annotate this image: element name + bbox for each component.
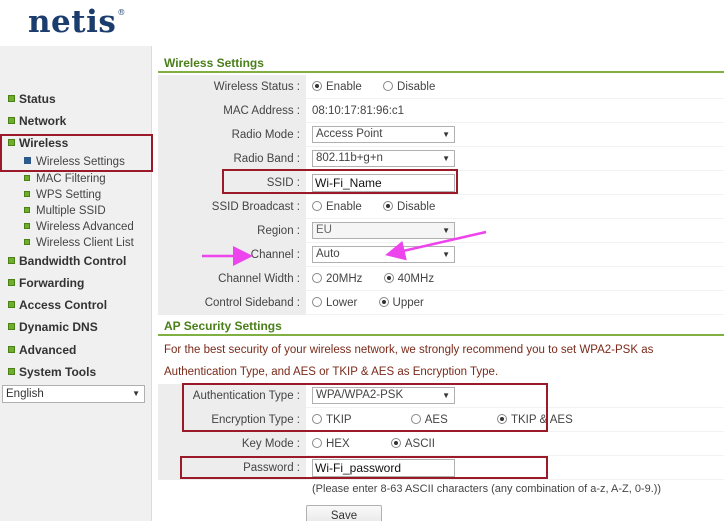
radio-mode-label: Radio Mode :	[158, 123, 306, 147]
security-type-highlight-box	[182, 383, 548, 432]
green-square-icon	[8, 279, 15, 286]
green-square-icon	[8, 95, 15, 102]
sidebar-subitem-mac-filtering[interactable]: MAC Filtering	[24, 171, 106, 187]
wireless-settings-title: Wireless Settings	[158, 53, 724, 73]
sidebar-item-advanced[interactable]: Advanced	[8, 341, 76, 359]
sideband-upper-option[interactable]: Upper	[378, 291, 424, 315]
control-sideband-label: Control Sideband :	[158, 291, 306, 315]
green-square-icon	[8, 117, 15, 124]
green-square-icon	[8, 368, 15, 375]
key-mode-row: Key Mode : HEX ASCII	[158, 432, 724, 456]
sideband-lower-option[interactable]: Lower	[312, 291, 357, 315]
chevron-down-icon: ▼	[442, 154, 450, 163]
green-square-icon	[24, 191, 30, 197]
wireless-status-row: Wireless Status : Enable Disable	[158, 75, 724, 99]
radio-icon[interactable]	[312, 438, 322, 448]
radio-selected-icon[interactable]	[390, 438, 401, 448]
netis-logo: netis®	[28, 4, 126, 40]
header: netis®	[0, 0, 726, 46]
sidebar-subitem-multiple-ssid[interactable]: Multiple SSID	[24, 203, 106, 219]
width-20mhz-option[interactable]: 20MHz	[312, 267, 362, 291]
sidebar-subitem-wireless-client-list[interactable]: Wireless Client List	[24, 235, 134, 251]
save-button[interactable]: Save	[306, 505, 382, 521]
ssid-broadcast-row: SSID Broadcast : Enable Disable	[158, 195, 724, 219]
radio-selected-icon[interactable]	[312, 81, 322, 91]
radio-mode-select[interactable]: Access Point ▼	[312, 126, 455, 143]
sidebar-item-forwarding[interactable]: Forwarding	[8, 274, 84, 292]
mac-address-value: 08:10:17:81:96:c1	[306, 99, 724, 123]
sidebar-item-system-tools[interactable]: System Tools	[8, 363, 96, 381]
green-square-icon	[8, 323, 15, 330]
ssid-highlight-box	[222, 169, 458, 194]
radio-mode-row: Radio Mode : Access Point ▼	[158, 123, 724, 147]
channel-width-label: Channel Width :	[158, 267, 306, 291]
green-square-icon	[24, 207, 30, 213]
language-select[interactable]: English ▼	[2, 385, 145, 403]
main-content: Wireless Settings Wireless Status : Enab…	[158, 51, 724, 521]
green-square-icon	[8, 301, 15, 308]
sidebar-item-status[interactable]: Status	[8, 90, 56, 108]
sidebar: Status Network Wireless Wireless Setting…	[0, 46, 152, 521]
keymode-hex-option[interactable]: HEX	[312, 432, 350, 456]
radio-selected-icon[interactable]	[383, 273, 394, 283]
radio-selected-icon[interactable]	[383, 201, 394, 211]
ap-security-title: AP Security Settings	[158, 316, 724, 336]
radio-icon[interactable]	[312, 297, 322, 307]
width-40mhz-option[interactable]: 40MHz	[383, 267, 434, 291]
radio-band-row: Radio Band : 802.11b+g+n ▼	[158, 147, 724, 171]
sidebar-subitem-wireless-advanced[interactable]: Wireless Advanced	[24, 219, 134, 235]
sidebar-item-bandwidth-control[interactable]: Bandwidth Control	[8, 252, 126, 270]
ssid-broadcast-disable-option[interactable]: Disable	[383, 195, 435, 219]
sidebar-item-network[interactable]: Network	[8, 112, 66, 130]
green-square-icon	[24, 223, 30, 229]
wireless-status-label: Wireless Status :	[158, 75, 306, 99]
key-mode-label: Key Mode :	[158, 432, 306, 456]
sidebar-subitem-wps-setting[interactable]: WPS Setting	[24, 187, 101, 203]
password-highlight-box	[180, 456, 548, 479]
radio-icon[interactable]	[383, 81, 394, 91]
chevron-down-icon: ▼	[132, 389, 140, 398]
radio-selected-icon[interactable]	[378, 297, 389, 307]
mac-address-label: MAC Address :	[158, 99, 306, 123]
sidebar-item-access-control[interactable]: Access Control	[8, 296, 107, 314]
password-hint: (Please enter 8-63 ASCII characters (any…	[312, 483, 662, 495]
annotation-arrows-icon	[202, 230, 487, 266]
sidebar-item-dynamic-dns[interactable]: Dynamic DNS	[8, 318, 98, 336]
green-square-icon	[24, 175, 30, 181]
radio-band-label: Radio Band :	[158, 147, 306, 171]
channel-width-row: Channel Width : 20MHz 40MHz	[158, 267, 724, 291]
wireless-disable-option[interactable]: Disable	[383, 75, 435, 99]
wireless-enable-option[interactable]: Enable	[312, 75, 362, 99]
ssid-broadcast-label: SSID Broadcast :	[158, 195, 306, 219]
ssid-broadcast-enable-option[interactable]: Enable	[312, 195, 362, 219]
radio-icon[interactable]	[312, 201, 322, 211]
chevron-down-icon: ▼	[442, 130, 450, 139]
green-square-icon	[8, 346, 15, 353]
mac-address-row: MAC Address : 08:10:17:81:96:c1	[158, 99, 724, 123]
right-arrow-icon	[385, 230, 487, 261]
green-square-icon	[24, 239, 30, 245]
radio-band-select[interactable]: 802.11b+g+n ▼	[312, 150, 455, 167]
wireless-highlight-box	[0, 134, 153, 172]
control-sideband-row: Control Sideband : Lower Upper	[158, 291, 724, 315]
keymode-ascii-option[interactable]: ASCII	[390, 432, 435, 456]
green-square-icon	[8, 257, 15, 264]
radio-icon[interactable]	[312, 273, 322, 283]
security-note-line2: Authentication Type, and AES or TKIP & A…	[164, 366, 499, 378]
security-note-line1: For the best security of your wireless n…	[164, 344, 654, 356]
